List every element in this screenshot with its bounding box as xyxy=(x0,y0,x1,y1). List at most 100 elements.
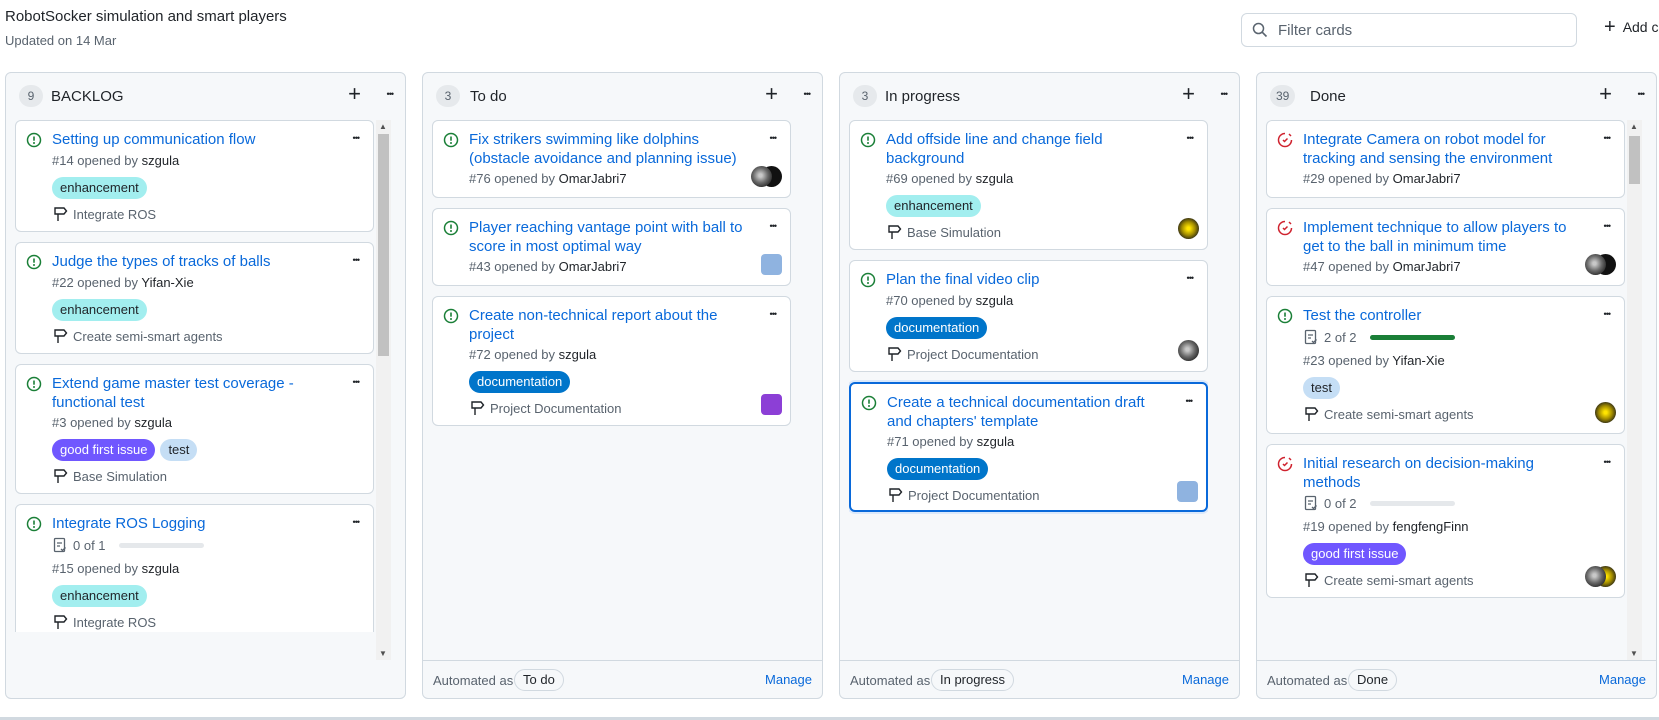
filter-input[interactable] xyxy=(1276,20,1556,40)
label-enhancement[interactable]: enhancement xyxy=(52,177,147,199)
issue-card[interactable]: Initial research on decision-making meth… xyxy=(1266,444,1625,598)
add-card-plus-icon[interactable]: + xyxy=(1182,83,1195,105)
milestone[interactable]: Create semi-smart agents xyxy=(1303,572,1474,588)
issue-card[interactable]: Integrate ROS Logging ••• 0 of 1 #15 opened… xyxy=(15,504,374,632)
issue-title-link[interactable]: Extend game master test coverage - funct… xyxy=(52,374,332,412)
card-menu-kebab-icon[interactable]: ••• xyxy=(1604,457,1612,467)
issue-author[interactable]: szgula xyxy=(134,415,172,430)
label-enhancement[interactable]: enhancement xyxy=(886,195,981,217)
issue-title-link[interactable]: Create non-technical report about the pr… xyxy=(469,306,749,344)
column-menu-kebab-icon[interactable]: ••• xyxy=(804,89,812,99)
card-menu-kebab-icon[interactable]: ••• xyxy=(1187,273,1195,283)
scroll-up-arrow-icon[interactable]: ▲ xyxy=(1630,122,1638,131)
milestone[interactable]: Create semi-smart agents xyxy=(52,328,223,344)
card-menu-kebab-icon[interactable]: ••• xyxy=(1187,133,1195,143)
issue-card[interactable]: Plan the final video clip ••• #70 opened b… xyxy=(849,260,1208,372)
issue-title-link[interactable]: Implement technique to allow players to … xyxy=(1303,218,1583,256)
issue-author[interactable]: OmarJabri7 xyxy=(1393,259,1461,274)
label-good-first-issue[interactable]: good first issue xyxy=(52,439,156,461)
issue-title-link[interactable]: Judge the types of tracks of balls xyxy=(52,252,332,271)
issue-card[interactable]: Add offside line and change field backgr… xyxy=(849,120,1208,250)
issue-card[interactable]: Setting up communication flow ••• #14 open… xyxy=(15,120,374,232)
column-menu-kebab-icon[interactable]: ••• xyxy=(1221,89,1229,99)
label-test[interactable]: test xyxy=(160,439,198,461)
milestone[interactable]: Create semi-smart agents xyxy=(1303,406,1474,422)
issue-title-link[interactable]: Add offside line and change field backgr… xyxy=(886,130,1166,168)
column-menu-kebab-icon[interactable]: ••• xyxy=(387,89,395,99)
issue-author[interactable]: OmarJabri7 xyxy=(559,259,627,274)
issue-card[interactable]: Integrate Camera on robot model for trac… xyxy=(1266,120,1625,198)
issue-card[interactable]: Implement technique to allow players to … xyxy=(1266,208,1625,286)
scroll-up-arrow-icon[interactable]: ▲ xyxy=(379,122,387,131)
issue-title-link[interactable]: Test the controller xyxy=(1303,306,1583,325)
issue-title-link[interactable]: Initial research on decision-making meth… xyxy=(1303,454,1583,492)
card-menu-kebab-icon[interactable]: ••• xyxy=(770,221,778,231)
issue-card[interactable]: Test the controller ••• 2 of 2 #23 opened b… xyxy=(1266,296,1625,434)
issue-author[interactable]: szgula xyxy=(977,434,1015,449)
label-good-first-issue[interactable]: good first issue xyxy=(1303,543,1407,565)
milestone[interactable]: Base Simulation xyxy=(52,468,167,484)
label-test[interactable]: test xyxy=(1303,377,1340,399)
scrollbar-thumb[interactable] xyxy=(378,134,389,356)
card-menu-kebab-icon[interactable]: ••• xyxy=(353,133,361,143)
milestone[interactable]: Project Documentation xyxy=(887,487,1040,503)
manage-automation-link[interactable]: Manage xyxy=(1182,672,1229,687)
manage-automation-link[interactable]: Manage xyxy=(765,672,812,687)
card-menu-kebab-icon[interactable]: ••• xyxy=(770,133,778,143)
issue-title-link[interactable]: Fix strikers swimming like dolphins (obs… xyxy=(469,130,749,168)
issue-title-link[interactable]: Plan the final video clip xyxy=(886,270,1166,289)
issue-card[interactable]: Create a technical documentation draft a… xyxy=(849,382,1208,512)
issue-author[interactable]: fengfengFinn xyxy=(1393,519,1469,534)
issue-author[interactable]: szgula xyxy=(142,561,180,576)
label-documentation[interactable]: documentation xyxy=(886,317,988,339)
issue-title-link[interactable]: Integrate ROS Logging xyxy=(52,514,332,533)
milestone[interactable]: Project Documentation xyxy=(886,346,1039,362)
card-menu-kebab-icon[interactable]: ••• xyxy=(1604,221,1612,231)
issue-title-link[interactable]: Player reaching vantage point with ball … xyxy=(469,218,749,256)
card-menu-kebab-icon[interactable]: ••• xyxy=(353,255,361,265)
filter-cards[interactable] xyxy=(1241,13,1577,47)
label-enhancement[interactable]: enhancement xyxy=(52,585,147,607)
issue-card[interactable]: Extend game master test coverage - funct… xyxy=(15,364,374,494)
issue-author[interactable]: szgula xyxy=(976,171,1014,186)
issue-author[interactable]: szgula xyxy=(142,153,180,168)
card-menu-kebab-icon[interactable]: ••• xyxy=(353,517,361,527)
issue-author[interactable]: szgula xyxy=(559,347,597,362)
column-menu-kebab-icon[interactable]: ••• xyxy=(1638,89,1646,99)
issue-meta: #72 opened by szgula xyxy=(469,347,596,362)
scroll-down-arrow-icon[interactable]: ▼ xyxy=(1630,649,1638,658)
milestone[interactable]: Integrate ROS xyxy=(52,206,156,222)
issue-title-link[interactable]: Setting up communication flow xyxy=(52,130,332,149)
card-menu-kebab-icon[interactable]: ••• xyxy=(770,309,778,319)
add-card-plus-icon[interactable]: + xyxy=(765,83,778,105)
label-enhancement[interactable]: enhancement xyxy=(52,299,147,321)
milestone[interactable]: Project Documentation xyxy=(469,400,622,416)
card-menu-kebab-icon[interactable]: ••• xyxy=(1604,133,1612,143)
card-menu-kebab-icon[interactable]: ••• xyxy=(1186,396,1194,406)
card-menu-kebab-icon[interactable]: ••• xyxy=(1604,309,1612,319)
card-list-scrollbar[interactable]: ▲ ▼ xyxy=(376,120,391,660)
add-card-plus-icon[interactable]: + xyxy=(348,83,361,105)
milestone[interactable]: Integrate ROS xyxy=(52,614,156,630)
issue-author[interactable]: szgula xyxy=(976,293,1014,308)
issue-card[interactable]: Create non-technical report about the pr… xyxy=(432,296,791,426)
card-menu-kebab-icon[interactable]: ••• xyxy=(353,377,361,387)
add-card-plus-icon[interactable]: + xyxy=(1599,83,1612,105)
issue-card[interactable]: Player reaching vantage point with ball … xyxy=(432,208,791,286)
issue-card[interactable]: Judge the types of tracks of balls ••• #22… xyxy=(15,242,374,354)
add-column-button[interactable]: + Add c xyxy=(1604,17,1659,37)
issue-author[interactable]: OmarJabri7 xyxy=(1393,171,1461,186)
issue-author[interactable]: Yifan-Xie xyxy=(141,275,193,290)
issue-author[interactable]: OmarJabri7 xyxy=(559,171,627,186)
issue-title-link[interactable]: Integrate Camera on robot model for trac… xyxy=(1303,130,1583,168)
scrollbar-thumb[interactable] xyxy=(1629,136,1640,184)
label-documentation[interactable]: documentation xyxy=(469,371,571,393)
card-list-scrollbar[interactable]: ▲ ▼ xyxy=(1627,120,1642,660)
manage-automation-link[interactable]: Manage xyxy=(1599,672,1646,687)
label-documentation[interactable]: documentation xyxy=(887,458,989,480)
issue-title-link[interactable]: Create a technical documentation draft a… xyxy=(887,393,1167,431)
milestone[interactable]: Base Simulation xyxy=(886,224,1001,240)
issue-author[interactable]: Yifan-Xie xyxy=(1392,353,1444,368)
issue-card[interactable]: Fix strikers swimming like dolphins (obs… xyxy=(432,120,791,198)
scroll-down-arrow-icon[interactable]: ▼ xyxy=(379,649,387,658)
